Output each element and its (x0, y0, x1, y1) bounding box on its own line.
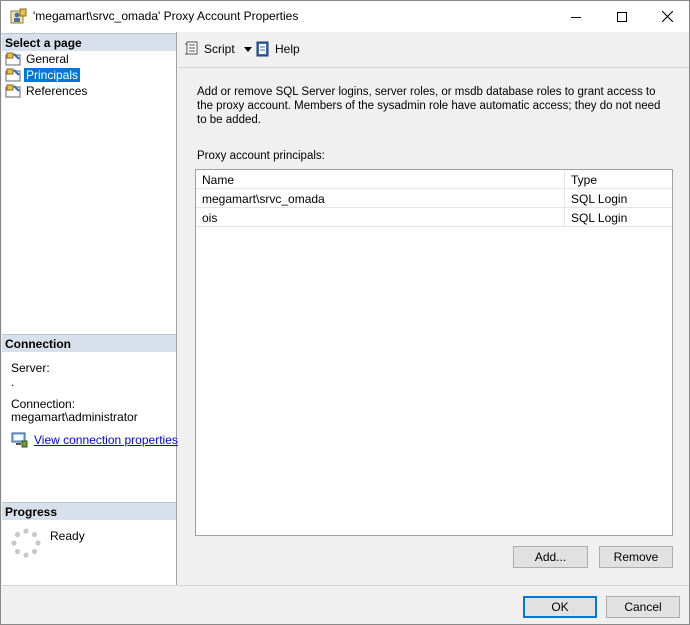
server-label: Server: (11, 361, 50, 375)
close-button[interactable] (644, 1, 690, 32)
progress-status: Ready (50, 529, 85, 543)
principals-grid[interactable]: Name Type megamart\srvc_omada SQL Login … (195, 169, 673, 536)
page-icon (5, 84, 21, 98)
table-row[interactable]: ois SQL Login (196, 208, 672, 227)
cell-name: ois (196, 208, 565, 227)
dialog-footer: OK Cancel (2, 585, 689, 624)
help-icon (256, 41, 269, 57)
help-button[interactable]: Help (255, 41, 300, 57)
add-button[interactable]: Add... (513, 546, 588, 568)
progress-spinner-icon (11, 528, 41, 558)
page-icon (5, 52, 21, 66)
page-item-references[interactable]: References (5, 83, 89, 99)
cell-name: megamart\srvc_omada (196, 189, 565, 208)
table-row[interactable]: megamart\srvc_omada SQL Login (196, 189, 672, 208)
window-title: 'megamart\srvc_omada' Proxy Account Prop… (33, 9, 299, 23)
page-item-label: General (26, 52, 69, 66)
proxy-account-properties-window: 'megamart\srvc_omada' Proxy Account Prop… (0, 0, 690, 625)
help-label: Help (275, 42, 300, 56)
select-page-header: Select a page (2, 33, 176, 51)
principals-page: Add or remove SQL Server logins, server … (178, 68, 689, 585)
minimize-button[interactable] (553, 1, 599, 32)
connection-label: Connection: (11, 397, 76, 411)
proxy-account-icon (10, 8, 27, 24)
page-icon (5, 68, 21, 82)
cell-type: SQL Login (571, 211, 628, 225)
proxy-principals-label: Proxy account principals: (197, 150, 325, 162)
view-connection-properties-link[interactable]: View connection properties (11, 432, 178, 448)
left-pane: Select a page General Principals Referen… (2, 32, 178, 585)
connection-properties-icon (11, 432, 28, 448)
chevron-down-icon[interactable] (243, 46, 252, 52)
ok-button[interactable]: OK (523, 596, 597, 618)
script-icon (185, 41, 198, 55)
server-value: . (11, 375, 15, 389)
remove-button[interactable]: Remove (599, 546, 673, 568)
script-button[interactable]: Script (184, 41, 252, 57)
page-item-principals[interactable]: Principals (5, 67, 81, 83)
close-icon (661, 11, 673, 22)
minimize-icon (571, 16, 581, 18)
page-description: Add or remove SQL Server logins, server … (197, 86, 661, 126)
title-bar[interactable]: 'megamart\srvc_omada' Proxy Account Prop… (1, 1, 689, 32)
toolbar: Script Help (178, 32, 689, 65)
cell-type: SQL Login (571, 192, 628, 206)
maximize-button[interactable] (599, 1, 645, 32)
script-label: Script (204, 42, 235, 56)
maximize-icon (617, 11, 627, 22)
page-item-label: References (26, 84, 88, 98)
view-connection-properties-label[interactable]: View connection properties (34, 433, 178, 447)
progress-header: Progress (2, 502, 176, 520)
connection-header: Connection (2, 334, 176, 352)
connection-value: megamart\administrator (11, 410, 138, 424)
page-item-label: Principals (24, 68, 81, 82)
column-header-type[interactable]: Type (565, 170, 672, 189)
page-item-general[interactable]: General (5, 51, 71, 67)
cancel-button[interactable]: Cancel (606, 596, 680, 618)
column-header-name[interactable]: Name (196, 170, 565, 189)
grid-header: Name Type (196, 170, 672, 189)
